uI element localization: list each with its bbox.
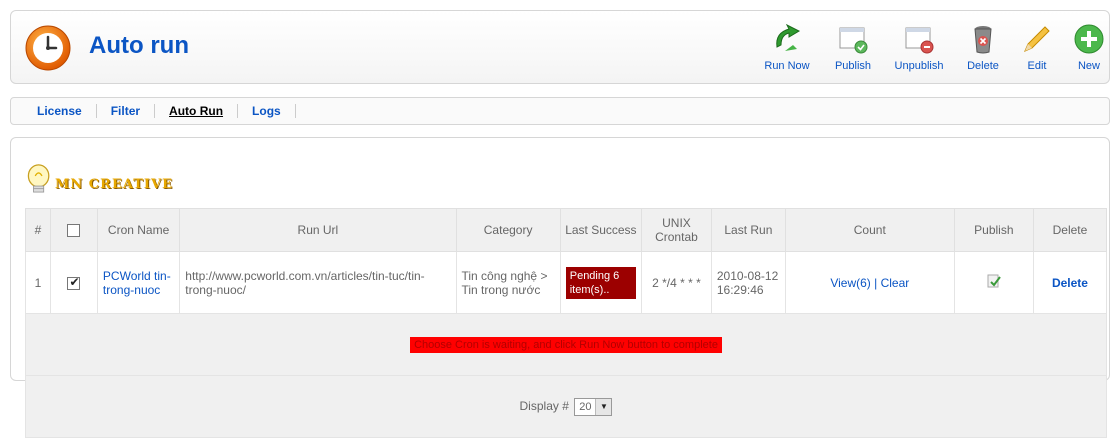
- select-all-checkbox[interactable]: [67, 224, 81, 238]
- trash-icon: [974, 26, 992, 54]
- notice-message: Choose Cron is waiting, and click Run No…: [410, 336, 722, 353]
- run-url-cell: http://www.pcworld.com.vn/articles/tin-t…: [179, 251, 457, 314]
- run-now-icon: [776, 23, 801, 51]
- delete-cell: Delete: [1032, 251, 1108, 314]
- new-button[interactable]: New: [1065, 23, 1110, 72]
- col-run-url[interactable]: Run Url: [179, 208, 457, 252]
- count-separator: |: [870, 275, 881, 290]
- row-number: 1: [24, 251, 52, 314]
- display-count-select[interactable]: 20 ▼: [574, 397, 613, 416]
- delete-button[interactable]: Delete: [957, 23, 1009, 72]
- col-publish[interactable]: Publish: [953, 208, 1034, 252]
- sub-navigation: License Filter Auto Run Logs: [10, 97, 1110, 125]
- page-header: Auto run Run Now Publish Unpublish Delet…: [10, 10, 1110, 84]
- chevron-down-icon: ▼: [595, 398, 612, 415]
- brand-logo: MN CREATIVE: [55, 177, 173, 192]
- clear-count-link[interactable]: Clear: [881, 276, 910, 290]
- col-last-run[interactable]: Last Run: [710, 208, 786, 252]
- row-select-cell: [50, 251, 98, 314]
- col-select: [50, 208, 98, 252]
- notice-cell: Choose Cron is waiting, and click Run No…: [25, 313, 1107, 376]
- publish-label: Publish: [834, 60, 872, 72]
- col-unix-crontab[interactable]: UNIX Crontab: [641, 208, 712, 252]
- row-checkbox[interactable]: [67, 275, 81, 290]
- clock-icon: [25, 25, 71, 71]
- cron-table: # Cron Name Run Url Category Last Succes…: [24, 208, 1108, 438]
- col-count: Count: [784, 208, 955, 252]
- table-row: 1 PCWorld tin-trong-nuoc http://www.pcwo…: [24, 251, 1108, 314]
- col-last-success[interactable]: Last Success: [559, 208, 643, 252]
- last-run-time: 16:29:46: [716, 282, 764, 297]
- pagination-row: Display # 20 ▼: [25, 375, 1107, 438]
- publish-icon: [839, 27, 868, 54]
- tab-auto-run[interactable]: Auto Run: [155, 104, 239, 118]
- new-label: New: [1077, 60, 1100, 72]
- run-now-label: Run Now: [764, 60, 810, 72]
- col-category[interactable]: Category: [455, 208, 561, 252]
- col-delete: Delete: [1032, 208, 1108, 252]
- publish-cell: [953, 251, 1034, 314]
- run-now-button[interactable]: Run Now: [749, 23, 825, 72]
- tab-logs[interactable]: Logs: [238, 104, 296, 118]
- toolbar: Run Now Publish Unpublish Delete Edit Ne…: [749, 23, 1110, 72]
- unpublish-icon: [905, 27, 934, 54]
- pending-badge: Pending 6 item(s)..: [565, 266, 637, 299]
- display-label: Display #: [519, 398, 569, 413]
- tab-license[interactable]: License: [11, 104, 97, 118]
- edit-button[interactable]: Edit: [1009, 23, 1065, 72]
- edit-label: Edit: [1027, 60, 1047, 72]
- pagination-cell: Display # 20 ▼: [25, 375, 1107, 438]
- plus-icon: [1074, 24, 1104, 54]
- cron-name-link[interactable]: PCWorld tin-trong-nuoc: [103, 269, 171, 297]
- last-run-date: 2010-08-12: [716, 268, 779, 283]
- table-header-row: # Cron Name Run Url Category Last Succes…: [24, 208, 1108, 252]
- publish-button[interactable]: Publish: [825, 23, 881, 72]
- notice-row: Choose Cron is waiting, and click Run No…: [25, 313, 1107, 376]
- lightbulb-icon: [27, 164, 50, 193]
- delete-label: Delete: [967, 60, 999, 72]
- last-run-cell: 2010-08-12 16:29:46: [710, 251, 786, 314]
- row-delete-link[interactable]: Delete: [1052, 276, 1088, 290]
- unpublish-label: Unpublish: [894, 60, 944, 72]
- cron-name-cell: PCWorld tin-trong-nuoc: [96, 251, 181, 314]
- published-check-icon[interactable]: [987, 274, 1001, 288]
- page-title: Auto run: [89, 32, 189, 59]
- main-panel: MN CREATIVE # Cron Name Run Url Category…: [10, 137, 1110, 438]
- unpublish-button[interactable]: Unpublish: [881, 23, 957, 72]
- category-cell: Tin công nghệ > Tin trong nước: [455, 251, 561, 314]
- display-count-value: 20: [579, 400, 592, 413]
- pencil-icon: [1024, 26, 1050, 52]
- col-number: #: [24, 208, 52, 252]
- crontab-cell: 2 */4 * * *: [641, 251, 712, 314]
- view-count-link[interactable]: View(6): [830, 276, 870, 290]
- tab-filter[interactable]: Filter: [97, 104, 156, 118]
- count-cell: View(6) | Clear: [784, 251, 955, 314]
- last-success-cell: Pending 6 item(s)..: [559, 251, 643, 314]
- col-cron-name[interactable]: Cron Name: [96, 208, 181, 252]
